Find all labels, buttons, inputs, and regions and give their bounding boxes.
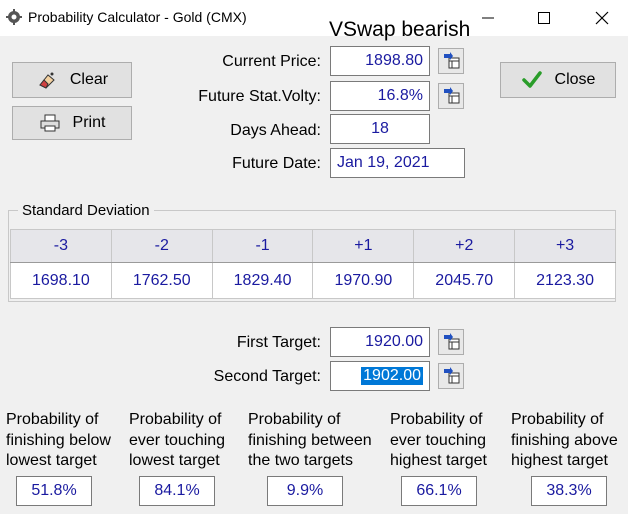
prob-below-lowest-value: 51.8% [16, 476, 92, 506]
std-dev-header: -1 [211, 229, 314, 263]
current-price-field[interactable]: 1898.80 [330, 46, 430, 76]
minimize-icon [482, 17, 494, 19]
second-target-field[interactable]: 1902.00 [330, 361, 430, 391]
first-target-field[interactable]: 1920.00 [330, 327, 430, 357]
future-date-field[interactable]: Jan 19, 2021 [330, 148, 465, 178]
prob-label-line: lowest target [6, 452, 97, 469]
prob-touch-highest-value: 66.1% [401, 476, 477, 506]
std-dev-value-row: 1698.10 1762.50 1829.40 1970.90 2045.70 … [10, 262, 616, 299]
prob-label-line: Probability of [129, 411, 222, 428]
std-dev-value: 1762.50 [110, 262, 213, 299]
second-target-picker-button[interactable] [438, 363, 464, 389]
prob-label-line: the two targets [248, 452, 353, 469]
days-ahead-field[interactable]: 18 [330, 114, 430, 144]
clear-label: Clear [69, 71, 109, 88]
prob-label-line: ever touching [129, 431, 226, 449]
prob-touch-highest-label: Probability of ever touching highest tar… [390, 410, 487, 472]
prob-label-line: ever touching [390, 431, 487, 449]
prob-below-lowest-label: Probability of finishing below lowest ta… [6, 410, 111, 472]
prob-label-line: Probability of [390, 411, 483, 428]
std-dev-header: -3 [10, 229, 112, 263]
std-dev-table: -3 -2 -1 +1 +2 +3 1698.10 1762.50 1829.4… [10, 229, 616, 299]
print-button[interactable]: Print [12, 106, 132, 140]
std-dev-value: 1970.90 [312, 262, 415, 299]
first-target-label: First Target: [236, 334, 321, 351]
prob-label-line: finishing below [6, 431, 111, 449]
std-dev-title: Standard Deviation [18, 202, 154, 219]
prob-label-line: Probability of [6, 411, 99, 428]
std-dev-header: -2 [110, 229, 213, 263]
std-dev-header-row: -3 -2 -1 +1 +2 +3 [10, 229, 616, 263]
prob-label-line: highest target [511, 452, 608, 469]
prob-label-line: Probability of [511, 411, 604, 428]
close-icon [595, 11, 609, 25]
print-label: Print [72, 114, 106, 131]
prob-between-value: 9.9% [267, 476, 343, 506]
prob-between-label: Probability of finishing between the two… [248, 410, 372, 472]
std-dev-value: 2045.70 [413, 262, 516, 299]
prob-label-line: Probability of [248, 411, 341, 428]
prob-label-line: highest target [390, 452, 487, 469]
std-dev-header: +3 [514, 229, 616, 263]
prob-above-highest-value: 38.3% [531, 476, 607, 506]
checkmark-icon [521, 71, 542, 88]
days-ahead-label: Days Ahead: [230, 122, 321, 139]
maximize-button[interactable] [522, 0, 568, 36]
first-target-picker-button[interactable] [438, 329, 464, 355]
clear-button[interactable]: Clear [12, 62, 132, 98]
future-date-label: Future Date: [232, 155, 321, 172]
overlay-annotation: VSwap bearish [329, 18, 471, 41]
window-title: Probability Calculator - Gold (CMX) [28, 9, 247, 25]
prob-label-line: lowest target [129, 452, 220, 469]
prob-label-line: finishing above [511, 431, 618, 449]
table-pick-icon [444, 87, 460, 104]
maximize-icon [538, 12, 550, 24]
std-dev-header: +1 [312, 229, 415, 263]
prob-above-highest-label: Probability of finishing above highest t… [511, 410, 618, 472]
gear-icon [6, 9, 22, 25]
prob-label-line: finishing between [248, 431, 372, 449]
close-button[interactable]: Close [500, 62, 616, 98]
close-label: Close [554, 71, 596, 88]
future-volty-label: Future Stat.Volty: [198, 88, 321, 105]
std-dev-header: +2 [413, 229, 516, 263]
close-window-button[interactable] [580, 0, 626, 36]
std-dev-value: 1829.40 [211, 262, 314, 299]
eraser-icon [39, 72, 55, 89]
minimize-button[interactable] [466, 0, 512, 36]
second-target-selected-value: 1902.00 [361, 367, 423, 385]
current-price-picker-button[interactable] [438, 48, 464, 74]
second-target-label: Second Target: [213, 368, 321, 385]
prob-touch-lowest-value: 84.1% [139, 476, 215, 506]
table-pick-icon [444, 333, 460, 350]
future-volty-picker-button[interactable] [438, 83, 464, 109]
current-price-label: Current Price: [222, 53, 321, 70]
std-dev-value: 2123.30 [514, 262, 616, 299]
prob-touch-lowest-label: Probability of ever touching lowest targ… [129, 410, 225, 472]
table-pick-icon [444, 52, 460, 69]
table-pick-icon [444, 367, 460, 384]
std-dev-value: 1698.10 [10, 262, 112, 299]
printer-icon [40, 114, 60, 132]
future-volty-field[interactable]: 16.8% [330, 81, 430, 111]
title-bar: Probability Calculator - Gold (CMX) [0, 0, 628, 36]
